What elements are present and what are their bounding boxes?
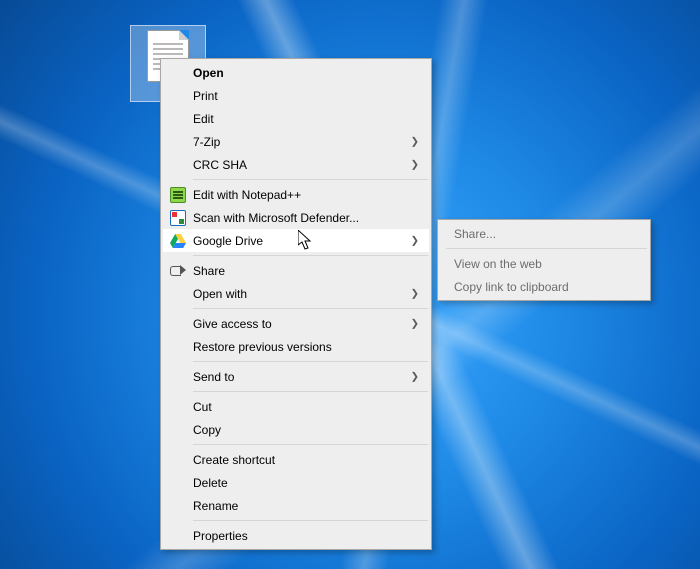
menu-crc-sha[interactable]: CRC SHA❯ (163, 153, 429, 176)
menu-google-drive[interactable]: Google Drive ❯ (163, 229, 429, 252)
menu-separator (193, 520, 428, 521)
menu-separator (193, 255, 428, 256)
notepadpp-icon (170, 187, 186, 203)
menu-open-with[interactable]: Open with❯ (163, 282, 429, 305)
submenu-share[interactable]: Share... (440, 222, 648, 245)
menu-properties[interactable]: Properties (163, 524, 429, 547)
menu-send-to[interactable]: Send to❯ (163, 365, 429, 388)
menu-separator (193, 179, 428, 180)
google-drive-submenu: Share... View on the web Copy link to cl… (437, 219, 651, 301)
menu-copy[interactable]: Copy (163, 418, 429, 441)
menu-print[interactable]: Print (163, 84, 429, 107)
chevron-right-icon: ❯ (411, 318, 419, 329)
menu-notepadpp[interactable]: Edit with Notepad++ (163, 183, 429, 206)
menu-separator (193, 391, 428, 392)
menu-separator (193, 308, 428, 309)
menu-edit[interactable]: Edit (163, 107, 429, 130)
chevron-right-icon: ❯ (411, 136, 419, 147)
submenu-copy-link[interactable]: Copy link to clipboard (440, 275, 648, 298)
menu-cut[interactable]: Cut (163, 395, 429, 418)
chevron-right-icon: ❯ (411, 371, 419, 382)
context-menu: Open Print Edit 7-Zip❯ CRC SHA❯ Edit wit… (160, 58, 432, 550)
menu-restore[interactable]: Restore previous versions (163, 335, 429, 358)
chevron-right-icon: ❯ (411, 235, 419, 246)
chevron-right-icon: ❯ (411, 288, 419, 299)
menu-share[interactable]: Share (163, 259, 429, 282)
menu-separator (193, 361, 428, 362)
menu-separator (446, 248, 647, 249)
menu-create-shortcut[interactable]: Create shortcut (163, 448, 429, 471)
menu-give-access[interactable]: Give access to❯ (163, 312, 429, 335)
menu-separator (193, 444, 428, 445)
share-icon (170, 263, 186, 279)
chevron-right-icon: ❯ (411, 159, 419, 170)
menu-open[interactable]: Open (163, 61, 429, 84)
menu-7zip[interactable]: 7-Zip❯ (163, 130, 429, 153)
menu-rename[interactable]: Rename (163, 494, 429, 517)
google-drive-icon (170, 233, 186, 249)
menu-delete[interactable]: Delete (163, 471, 429, 494)
submenu-view-web[interactable]: View on the web (440, 252, 648, 275)
defender-shield-icon (170, 210, 186, 226)
menu-defender[interactable]: Scan with Microsoft Defender... (163, 206, 429, 229)
